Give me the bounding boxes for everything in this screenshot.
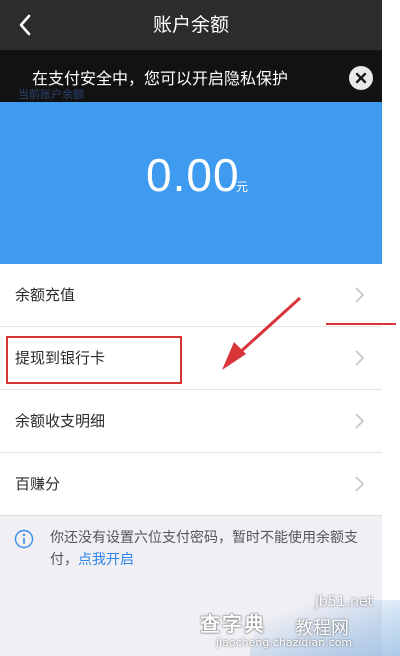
menu-item-statement[interactable]: 余额收支明细 [0,390,382,453]
menu-item-label: 百赚分 [15,475,61,493]
balance-unit: 元 [236,180,249,194]
phone-screen: 账户余额 当前账户余额 在支付安全中，您可以开启隐私保护 0.00 元 余额充值… [0,0,382,656]
info-icon [14,529,34,549]
menu-item-withdraw[interactable]: 提现到银行卡 [0,327,382,390]
chevron-right-icon [355,350,365,366]
top-navigation-bar: 账户余额 [0,0,382,50]
banner-close-button[interactable] [349,66,373,90]
watermark-domain: jb51.net [315,594,374,610]
menu-item-recharge[interactable]: 余额充值 [0,264,382,327]
notice-text-block: 你还没有设置六位支付密码，暂时不能使用余额支付，点我开启 [50,527,380,571]
annotation-line [326,323,396,325]
menu-item-points[interactable]: 百赚分 [0,453,382,516]
chevron-right-icon [355,413,365,429]
enable-password-link[interactable]: 点我开启 [78,552,134,568]
balance-panel: 0.00 元 [0,102,382,264]
menu-item-label: 余额收支明细 [15,412,106,430]
watermark-url: jiaocheng.chazidian.com [216,636,353,649]
watermark-brand: 查字典 [200,612,266,636]
chevron-right-icon [355,476,365,492]
balance-menu: 余额充值 提现到银行卡 余额收支明细 百赚分 [0,264,382,516]
close-circle-icon [355,72,367,84]
chevron-right-icon [355,287,365,303]
menu-item-label: 余额充值 [15,286,76,304]
balance-amount: 0.00 [146,149,240,201]
menu-item-label: 提现到银行卡 [15,349,106,367]
page-margin [382,0,400,656]
privacy-banner[interactable]: 当前账户余额 在支付安全中，您可以开启隐私保护 [0,50,382,102]
page-title: 账户余额 [152,14,229,36]
watermark: jb51.net 查字典 教程网 jiaocheng.chazidian.com [200,586,400,656]
privacy-banner-text: 在支付安全中，您可以开启隐私保护 [32,69,289,88]
